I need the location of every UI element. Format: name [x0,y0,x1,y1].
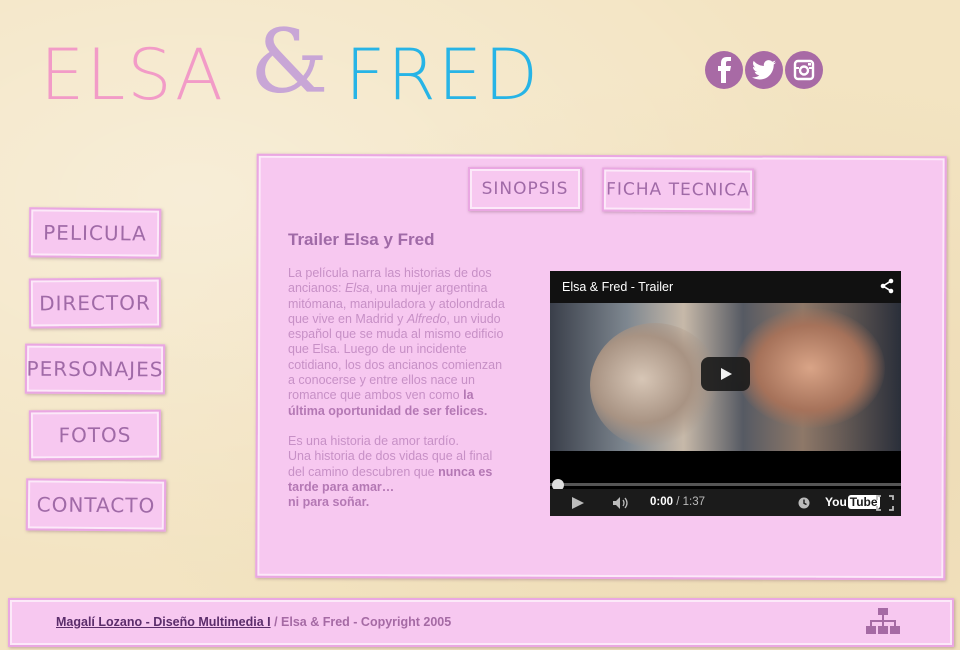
nav-item-director[interactable]: DIRECTOR [28,277,162,329]
nav-item-fotos[interactable]: FOTOS [28,409,162,461]
logo-elsa: ELSA [40,34,225,116]
play-small-icon[interactable] [571,496,585,510]
tab-sinopsis[interactable]: SINOPSIS [468,167,582,211]
nav-label: CONTACTO [36,492,156,518]
video-title[interactable]: Elsa & Fred - Trailer [562,280,673,294]
logo-ampersand: & [250,10,331,113]
video-title-bar: Elsa & Fred - Trailer [550,271,901,303]
nav-item-contacto[interactable]: CONTACTO [25,478,167,532]
twitter-icon[interactable] [745,51,783,89]
youtube-logo-you: You [825,495,847,509]
footer-text: Magalí Lozano - Diseño Multimedia I / El… [56,615,451,629]
tab-ficha-tecnica[interactable]: FICHA TECNICA [601,167,755,213]
synopsis-text: La película narra las historias de dos a… [288,266,510,510]
footer-copyright: / Elsa & Fred - Copyright 2005 [270,615,452,629]
logo-fred: FRED [345,34,541,116]
facebook-icon[interactable] [705,51,743,89]
progress-bar[interactable] [550,483,901,486]
synopsis-p2-a: Es una historia de amor tardío. [288,433,459,448]
footer-author-link[interactable]: Magalí Lozano - Diseño Multimedia I [56,615,271,629]
play-button[interactable] [701,357,750,391]
youtube-logo-tube: Tube [847,495,880,509]
fullscreen-icon[interactable] [876,495,894,511]
video-player[interactable]: Elsa & Fred - Trailer 0:00 / 1:37 You Tub… [550,271,901,516]
video-time: 0:00 / 1:37 [650,496,706,508]
nav-label: PELICULA [43,220,147,246]
instagram-icon[interactable] [785,51,823,89]
youtube-logo[interactable]: You Tube [825,495,880,509]
page-title: Trailer Elsa y Fred [288,230,435,249]
synopsis-p2-bold2: ni para soñar. [288,495,370,510]
nav-label: FOTOS [58,422,132,448]
nav-label: PERSONAJES [26,356,164,382]
share-icon[interactable] [879,278,895,294]
play-icon [720,368,732,380]
volume-icon[interactable] [612,496,632,510]
synopsis-alfredo: Alfredo [406,311,447,326]
watch-later-icon[interactable] [798,497,810,509]
social-links [705,51,823,89]
video-thumbnail-face-right [735,308,885,428]
nav-label: DIRECTOR [39,290,151,316]
synopsis-elsa: Elsa [344,281,370,296]
tab-label: SINOPSIS [481,179,569,199]
nav-item-personajes[interactable]: PERSONAJES [24,343,166,395]
video-current-time: 0:00 [650,496,674,508]
footer: Magalí Lozano - Diseño Multimedia I / El… [8,598,954,647]
sitemap-icon[interactable] [866,608,900,634]
nav-item-pelicula[interactable]: PELICULA [28,207,162,259]
tab-label: FICHA TECNICA [606,179,750,201]
video-duration: 1:37 [682,496,706,508]
